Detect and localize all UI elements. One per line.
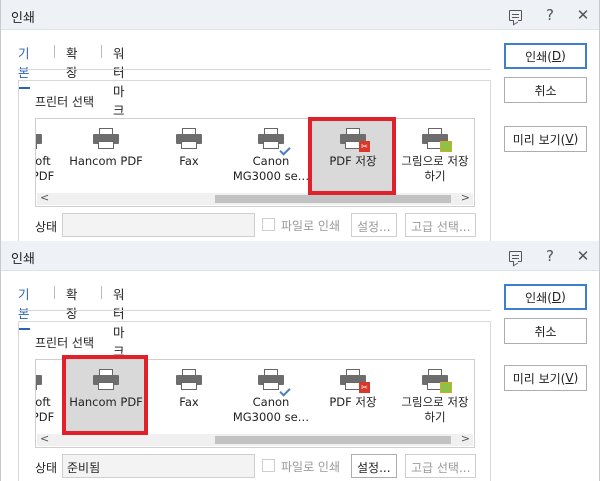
tab-underline	[18, 69, 491, 70]
printer-label-line2: PDF	[36, 410, 55, 424]
preview-button-hotkey: V	[565, 132, 574, 146]
printer-label: 그림으로 저장	[401, 154, 469, 168]
printer-item-canon[interactable]: Canon MG3000 se…	[226, 119, 316, 193]
printer-label-line2: MG3000 se…	[232, 410, 310, 424]
scrollbar-thumb[interactable]	[215, 195, 451, 203]
printer-label: oft	[35, 395, 51, 409]
printer-icon	[176, 128, 202, 150]
printer-icon	[36, 128, 42, 150]
horizontal-scrollbar[interactable]: < >	[37, 191, 473, 205]
close-icon[interactable]: ✕	[572, 4, 594, 26]
preview-button-hotkey: V	[565, 371, 574, 385]
print-button-hotkey: D	[551, 290, 562, 304]
scrollbar-thumb[interactable]	[215, 436, 451, 444]
print-to-file-label: 파일로 인쇄	[281, 460, 341, 474]
printer-label-line2: 하기	[424, 169, 446, 183]
print-dialog-top: 인쇄 ? ✕ 기본 확장 워터마크 프린터 선택 oft PDF Hancom …	[0, 0, 600, 241]
printer-label: PDF 저장	[329, 395, 377, 409]
preview-button-label: 미리 보기(	[512, 371, 566, 386]
printer-default-icon	[258, 369, 291, 397]
image-save-printer-icon	[422, 128, 452, 152]
settings-button[interactable]: 설정...	[351, 213, 397, 237]
printer-label: Fax	[179, 395, 199, 409]
status-label: 상태	[35, 220, 58, 234]
print-to-file-label: 파일로 인쇄	[281, 219, 341, 233]
advanced-options-button[interactable]: 고급 선택...	[405, 454, 477, 478]
highlight-box	[308, 117, 396, 195]
printer-label: Canon	[252, 395, 290, 409]
dialog-title: 인쇄	[11, 252, 35, 267]
print-dialog-bottom: 인쇄 ? ✕ 기본 확장 워터마크 프린터 선택 oft PDF Hancom …	[0, 241, 600, 481]
printer-label-line2: PDF	[36, 169, 55, 183]
scroll-right-icon[interactable]: >	[461, 191, 470, 204]
printer-item-fax[interactable]: Fax	[154, 360, 224, 434]
printer-list: oft PDF Hancom PDF Fax Canon MG3000 se… …	[35, 118, 475, 207]
print-button-label: 인쇄(	[525, 49, 552, 64]
printer-label-line2: 하기	[424, 410, 446, 424]
status-field: 준비됨	[62, 454, 255, 478]
tab-divider	[54, 45, 55, 58]
printer-item-image-save[interactable]: 그림으로 저장 하기	[394, 360, 474, 434]
print-button-label-end: )	[561, 290, 566, 304]
tab-divider	[54, 286, 55, 299]
printer-label: oft	[35, 154, 51, 168]
feedback-icon[interactable]	[504, 245, 526, 267]
printer-item-fax[interactable]: Fax	[154, 119, 224, 193]
scroll-left-icon[interactable]: <	[40, 432, 49, 445]
tab-divider	[101, 286, 102, 299]
printer-select-heading: 프린터 선택	[35, 336, 95, 350]
print-button[interactable]: 인쇄(D)	[504, 284, 587, 310]
printer-item-image-save[interactable]: 그림으로 저장 하기	[394, 119, 474, 193]
tab-underline	[18, 310, 491, 311]
preview-button[interactable]: 미리 보기(V)	[504, 365, 587, 391]
preview-button-label-end: )	[573, 132, 579, 146]
title-bar: 인쇄 ? ✕	[1, 0, 599, 30]
status-field	[62, 213, 255, 237]
scroll-right-icon[interactable]: >	[461, 432, 470, 445]
tab-divider	[101, 45, 102, 58]
printer-label: Fax	[179, 154, 199, 168]
feedback-icon[interactable]	[504, 4, 526, 26]
printer-icon	[36, 369, 42, 391]
settings-button[interactable]: 설정...	[351, 454, 397, 478]
preview-button-label: 미리 보기(	[512, 132, 566, 147]
help-icon[interactable]: ?	[539, 4, 561, 26]
print-button-label: 인쇄(	[525, 290, 552, 305]
highlight-box	[62, 355, 148, 435]
pdf-save-printer-icon: ✂	[340, 369, 370, 393]
print-button-label-end: )	[561, 49, 566, 63]
close-icon[interactable]: ✕	[572, 245, 594, 267]
status-label: 상태	[35, 461, 58, 475]
print-button[interactable]: 인쇄(D)	[504, 43, 587, 69]
image-save-printer-icon	[422, 369, 452, 393]
cancel-button[interactable]: 취소	[504, 77, 587, 103]
scroll-left-icon[interactable]: <	[40, 191, 49, 204]
preview-button-label-end: )	[573, 371, 579, 385]
advanced-options-button[interactable]: 고급 선택...	[405, 213, 477, 237]
printer-default-icon	[258, 128, 291, 156]
cancel-button[interactable]: 취소	[504, 318, 587, 344]
printer-label-line2: MG3000 se…	[232, 169, 310, 183]
printer-item-pdf-save[interactable]: ✂ PDF 저장	[312, 360, 394, 434]
print-button-hotkey: D	[551, 49, 562, 63]
printer-label: Canon	[252, 154, 290, 168]
printer-item-canon[interactable]: Canon MG3000 se…	[226, 360, 316, 434]
printer-select-heading: 프린터 선택	[35, 95, 95, 109]
print-to-file-checkbox[interactable]	[262, 218, 275, 231]
dialog-title: 인쇄	[11, 11, 35, 26]
printer-item[interactable]: oft PDF	[35, 119, 64, 193]
printer-label: 그림으로 저장	[401, 395, 469, 409]
help-icon[interactable]: ?	[539, 245, 561, 267]
printer-label: Hancom PDF	[69, 154, 143, 168]
print-to-file-checkbox[interactable]	[262, 459, 275, 472]
printer-icon	[93, 128, 119, 150]
printer-item-hancom-pdf[interactable]: Hancom PDF	[64, 119, 148, 193]
preview-button[interactable]: 미리 보기(V)	[504, 126, 587, 152]
horizontal-scrollbar[interactable]: < >	[37, 432, 473, 446]
title-bar: 인쇄 ? ✕	[1, 241, 599, 271]
printer-icon	[176, 369, 202, 391]
printer-item[interactable]: oft PDF	[35, 360, 64, 434]
